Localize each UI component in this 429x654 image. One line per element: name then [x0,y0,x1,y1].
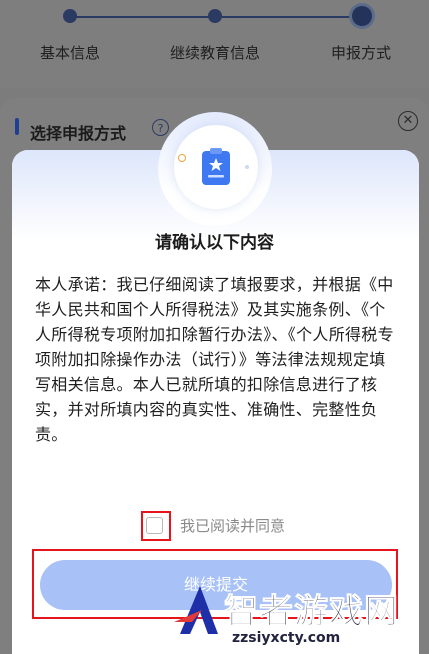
step-dot-2 [208,9,222,23]
question-circle-icon[interactable]: ? [152,119,169,136]
decor-dot-icon [178,154,186,162]
modal-title: 请确认以下内容 [155,233,274,253]
progress-stepper: 基本信息 继续教育信息 申报方式 [0,0,429,88]
step-connector [215,16,362,18]
watermark-brand: 智者游戏网 [224,592,399,633]
step-label-education-info: 继续教育信息 [170,44,261,62]
step-label-basic-info: 基本信息 [40,44,101,62]
watermark-url: zzsiyxcty.com [232,630,341,646]
agree-label[interactable]: 我已阅读并同意 [180,515,285,536]
step-dot-3-active [352,6,372,26]
document-star-icon [202,148,230,185]
step-dot-1 [63,9,77,23]
step-connector [70,16,215,18]
section-title: 选择申报方式 [30,124,127,143]
watermark-logo-icon [174,586,218,634]
close-circle-icon[interactable]: ✕ [398,111,418,131]
section-title-accent [15,118,19,135]
modal-body-text: 本人承诺：我已仔细阅读了填报要求，并根据《中华人民共和国个人所得税法》及其实施条… [35,275,394,444]
checkbox-highlight-box [141,511,171,541]
decor-dot-icon [245,165,249,169]
step-label-filing-method: 申报方式 [331,44,392,62]
